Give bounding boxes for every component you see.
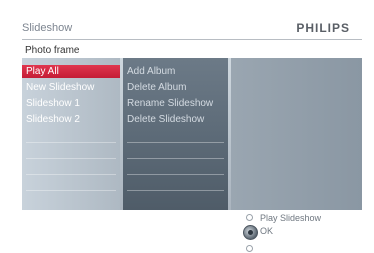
up-button-indicator-icon [246,214,253,221]
menu-panel: Play All New Slideshow Slideshow 1 Slide… [22,58,362,210]
row-divider [26,190,116,191]
submenu-item-rename-slideshow[interactable]: Rename Slideshow [123,97,228,110]
ok-hint: OK [260,226,274,236]
menu-item-slideshow-2[interactable]: Slideshow 2 [22,113,120,126]
header-divider [22,39,362,40]
submenu-item-delete-album[interactable]: Delete Album [123,81,228,94]
slideshow-screen: Slideshow PHILIPS Photo frame Play All N… [0,0,374,253]
row-divider [26,158,116,159]
submenu-item-delete-slideshow[interactable]: Delete Slideshow [123,113,228,126]
ok-button-icon [243,225,258,240]
header: Slideshow PHILIPS [22,21,362,36]
button-legend: Play Slideshow OK [240,213,370,253]
brand-logo: PHILIPS [296,21,350,35]
preview-pane [231,58,362,210]
play-slideshow-hint: Play Slideshow [260,213,322,223]
row-divider [127,174,224,175]
slideshow-menu: Play All New Slideshow Slideshow 1 Slide… [22,58,120,210]
screen-title: Slideshow [22,22,73,34]
menu-item-play-all[interactable]: Play All [22,65,120,78]
row-divider [26,174,116,175]
row-divider [26,142,116,143]
submenu-item-add-album[interactable]: Add Album [123,65,228,78]
menu-item-slideshow-1[interactable]: Slideshow 1 [22,97,120,110]
breadcrumb: Photo frame [25,45,80,56]
menu-item-new-slideshow[interactable]: New Slideshow [22,81,120,94]
row-divider [127,158,224,159]
submenu: Add Album Delete Album Rename Slideshow … [123,58,228,210]
row-divider [127,190,224,191]
down-button-indicator-icon [246,245,253,252]
row-divider [127,142,224,143]
